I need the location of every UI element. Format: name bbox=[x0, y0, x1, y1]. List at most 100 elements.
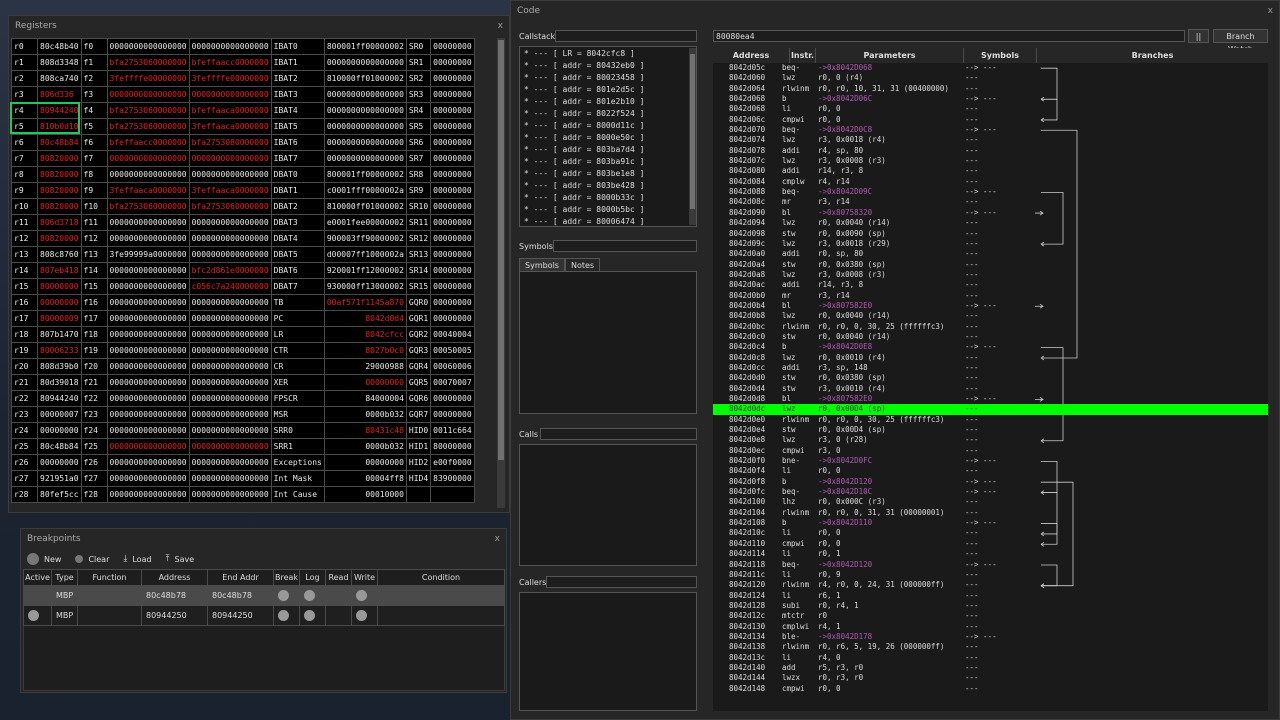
bp-address-cell[interactable]: 80944250 bbox=[141, 605, 208, 626]
code-row[interactable]: 8042d068 b ->0x8042D06C --> --- bbox=[713, 94, 1268, 104]
register-value[interactable]: 0000000000000000 bbox=[188, 150, 272, 167]
code-row[interactable]: 8042d13c li r4, 0 --- bbox=[713, 653, 1268, 663]
code-row[interactable]: 8042d0a8 lwz r3, 0x0008 (r3) --- bbox=[713, 270, 1268, 280]
register-value[interactable]: SR4 bbox=[405, 102, 432, 119]
register-value[interactable]: 29000988 bbox=[323, 358, 407, 375]
register-value[interactable]: SR14 bbox=[405, 262, 432, 279]
code-row[interactable]: 8042d090 bl ->0x80758320 --> --- bbox=[713, 208, 1268, 218]
register-value[interactable]: 930000ff13000002 bbox=[323, 278, 407, 295]
bp-col-header[interactable]: Function bbox=[77, 569, 142, 586]
register-value[interactable]: 00010000 bbox=[323, 486, 407, 503]
code-row[interactable]: 8042d068 li r0, 0 --- bbox=[713, 104, 1268, 114]
register-value[interactable]: bfa2753060000000 bbox=[106, 118, 190, 135]
code-row[interactable]: 8042d134 ble- ->0x8042D178 --> --- bbox=[713, 632, 1268, 642]
code-row[interactable]: 8042d144 lwzx r0, r3, r0 --- bbox=[713, 673, 1268, 683]
bp-flag-cell[interactable] bbox=[273, 605, 300, 626]
register-value[interactable]: 0000000000000000 bbox=[188, 454, 272, 471]
register-value[interactable]: 0000b032 bbox=[323, 406, 407, 423]
code-row[interactable]: 8042d104 rlwinm r0, r0, 0, 31, 31 (0000000… bbox=[713, 508, 1268, 518]
register-value[interactable]: FPSCR bbox=[270, 390, 325, 407]
code-row[interactable]: 8042d100 lhz r0, 0x000C (r3) --- bbox=[713, 497, 1268, 507]
code-row[interactable]: 8042d080 addi r14, r3, 8 --- bbox=[713, 166, 1268, 176]
register-value[interactable]: 810000ff01000002 bbox=[323, 70, 407, 87]
code-row[interactable]: 8042d084 cmplw r4, r14 --- bbox=[713, 177, 1268, 187]
register-value[interactable]: c056c7a240000000 bbox=[188, 278, 272, 295]
code-row[interactable]: 8042d0dc lwz r0, 0x00D4 (sp) --- bbox=[713, 404, 1268, 415]
register-value[interactable]: 3feffffe00000000 bbox=[188, 70, 272, 87]
callstack-item[interactable]: * --- [ addr = 801e2d5c ] bbox=[520, 84, 696, 96]
register-value[interactable]: GQR6 bbox=[405, 390, 432, 407]
register-value[interactable]: 0000000000000000 bbox=[188, 326, 272, 343]
register-value[interactable]: bfa2753060000000 bbox=[106, 102, 190, 119]
register-value[interactable]: 0000000000000000 bbox=[106, 342, 190, 359]
code-row[interactable]: 8042d0a4 stw r0, 0x0380 (sp) --- bbox=[713, 260, 1268, 270]
code-row[interactable]: 8042d0c4 b ->0x8042D0E8 --> --- bbox=[713, 342, 1268, 352]
register-value[interactable]: 0000000000000000 bbox=[106, 454, 190, 471]
code-row[interactable]: 8042d12c mtctr r0 --- bbox=[713, 611, 1268, 621]
register-value[interactable]: 0000000000000000 bbox=[188, 38, 272, 55]
callers-filter-input[interactable] bbox=[546, 576, 697, 588]
register-value[interactable]: 0000000000000000 bbox=[188, 342, 272, 359]
register-value[interactable]: SR10 bbox=[405, 198, 432, 215]
register-value[interactable]: SR15 bbox=[405, 278, 432, 295]
register-value[interactable]: bfa2753060000000 bbox=[188, 198, 272, 215]
register-value[interactable]: IBAT1 bbox=[270, 54, 325, 71]
load-button[interactable]: ⤓ Load bbox=[123, 554, 151, 564]
register-value[interactable]: 0000000000000000 bbox=[188, 246, 272, 263]
register-value[interactable]: 0000000000000000 bbox=[106, 262, 190, 279]
register-value[interactable]: SR3 bbox=[405, 86, 432, 103]
code-row[interactable]: 8042d0ac addi r14, r3, 8 --- bbox=[713, 280, 1268, 290]
register-value[interactable]: 0000000000000000 bbox=[106, 374, 190, 391]
register-value[interactable]: 00af571f1145a870 bbox=[323, 294, 407, 311]
code-row[interactable]: 8042d06c cmpwi r0, 0 --- bbox=[713, 115, 1268, 125]
register-value[interactable]: DBAT4 bbox=[270, 230, 325, 247]
register-value[interactable]: Int Mask bbox=[270, 470, 325, 487]
register-value[interactable]: IBAT6 bbox=[270, 134, 325, 151]
bp-col-header[interactable]: Condition bbox=[377, 569, 505, 586]
register-value[interactable]: 0000000000000000 bbox=[188, 214, 272, 231]
register-value[interactable]: 3feffaaca0000000 bbox=[188, 118, 272, 135]
bp-col-header[interactable]: Active bbox=[23, 569, 52, 586]
callstack-item[interactable]: * --- [ LR = 8042cfc8 ] bbox=[520, 48, 696, 60]
register-value[interactable]: 800001ff00000002 bbox=[323, 166, 407, 183]
code-row[interactable]: 8042d114 li r0, 1 --- bbox=[713, 549, 1268, 559]
register-value[interactable]: 0000000000000000 bbox=[188, 358, 272, 375]
callstack-item[interactable]: * --- [ addr = 80006474 ] bbox=[520, 216, 696, 228]
code-row[interactable]: 8042d078 addi r4, sp, 80 --- bbox=[713, 146, 1268, 156]
register-value[interactable]: 8042cfcc bbox=[323, 326, 407, 343]
register-value[interactable]: 920001ff12000002 bbox=[323, 262, 407, 279]
register-value[interactable]: 0000000000000000 bbox=[188, 390, 272, 407]
code-row[interactable]: 8042d08c mr r3, r14 --- bbox=[713, 197, 1268, 207]
register-value[interactable]: 0000000000000000 bbox=[106, 294, 190, 311]
register-value[interactable]: 0000000000000000 bbox=[106, 278, 190, 295]
bp-col-header[interactable]: Break bbox=[273, 569, 300, 586]
code-row[interactable]: 8042d074 lwz r3, 0x0018 (r4) --- bbox=[713, 135, 1268, 145]
register-value[interactable]: DBAT2 bbox=[270, 198, 325, 215]
register-value[interactable]: 8042d0d4 bbox=[323, 310, 407, 327]
register-value[interactable]: SR7 bbox=[405, 150, 432, 167]
register-value[interactable]: 80820000 bbox=[37, 182, 82, 199]
register-value[interactable]: 80006233 bbox=[37, 342, 82, 359]
register-value[interactable]: c0001fff0000002a bbox=[323, 182, 407, 199]
clear-button[interactable]: Clear bbox=[75, 555, 109, 564]
register-value[interactable]: 0000000000000000 bbox=[106, 470, 190, 487]
code-row[interactable]: 8042d128 subi r0, r4, 1 --- bbox=[713, 601, 1268, 611]
register-value[interactable]: 00000000 bbox=[37, 454, 82, 471]
code-row[interactable]: 8042d11c li r0, 9 --- bbox=[713, 570, 1268, 580]
bp-cell[interactable] bbox=[325, 585, 352, 606]
bp-col-header[interactable]: Type bbox=[51, 569, 78, 586]
code-row[interactable]: 8042d0b0 mr r3, r14 --- bbox=[713, 291, 1268, 301]
code-row[interactable]: 8042d0d8 bl ->0x807582E0 --> --- bbox=[713, 394, 1268, 404]
code-row[interactable]: 8042d05c beq- ->0x8042D068 --> --- bbox=[713, 63, 1268, 73]
bp-active-cell[interactable] bbox=[23, 605, 52, 626]
bp-flag-toggle[interactable] bbox=[304, 610, 315, 621]
code-row[interactable]: 8042d0f0 bne- ->0x8042D0FC --> --- bbox=[713, 456, 1268, 466]
register-value[interactable]: DBAT0 bbox=[270, 166, 325, 183]
register-value[interactable]: 80820000 bbox=[37, 230, 82, 247]
register-value[interactable]: 0000000000000000 bbox=[106, 310, 190, 327]
bp-end-cell[interactable]: 80c48b78 bbox=[207, 585, 274, 606]
breakpoints-close-button[interactable]: x bbox=[495, 529, 500, 549]
register-value[interactable]: bfeffaaca0000000 bbox=[188, 102, 272, 119]
code-row[interactable]: 8042d098 stw r0, 0x0090 (sp) --- bbox=[713, 229, 1268, 239]
register-value[interactable]: 0000000000000000 bbox=[323, 150, 407, 167]
